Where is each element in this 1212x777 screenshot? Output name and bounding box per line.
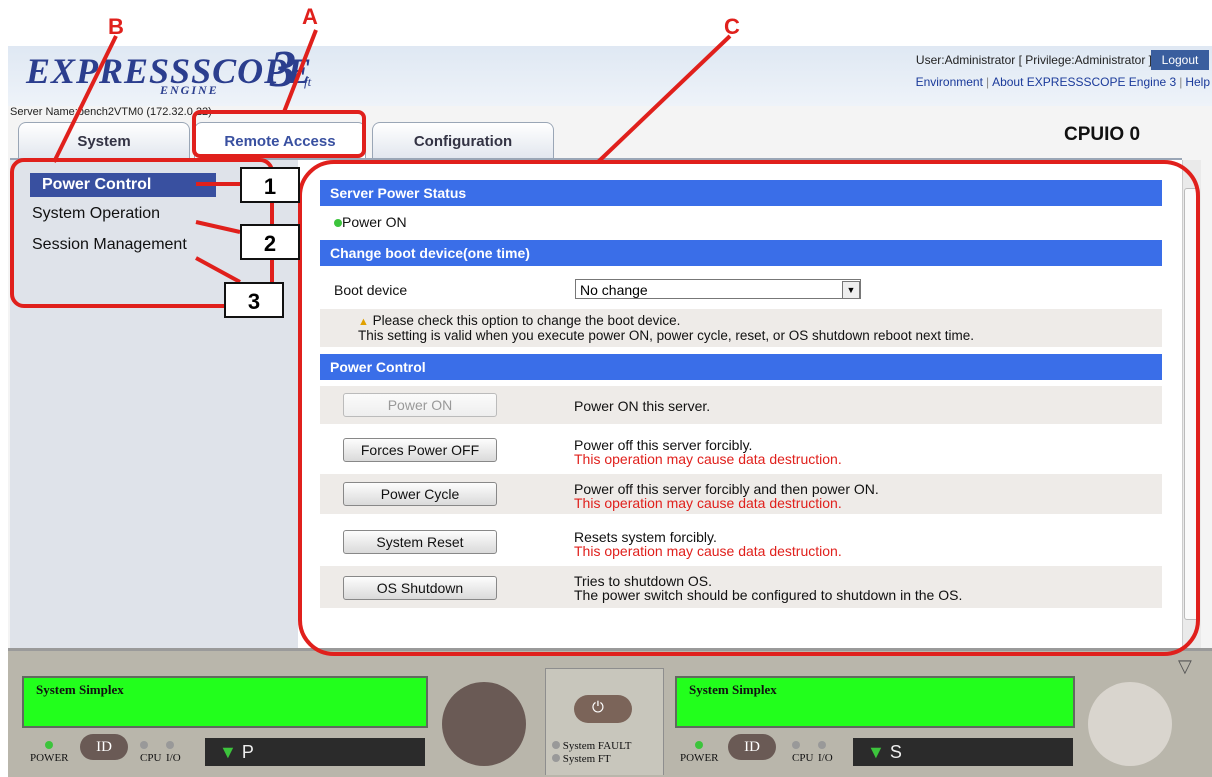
status-led-icon: [334, 219, 342, 227]
about-link[interactable]: About EXPRESSSCOPE Engine 3: [992, 75, 1176, 89]
fault-led-icon: [552, 741, 560, 749]
annotation-label-a: A: [302, 4, 318, 29]
fault-label: System FAULT: [562, 740, 632, 752]
os-shutdown-button[interactable]: OS Shutdown: [343, 576, 497, 600]
boot-note-line1: Please check this option to change the b…: [372, 313, 681, 328]
logo-version: 3: [270, 41, 296, 98]
sidebar-item-power-control[interactable]: Power Control: [30, 173, 216, 197]
sidebar-item-session-management[interactable]: Session Management: [32, 236, 187, 254]
left-display: ▼ P: [205, 738, 425, 766]
annotation-label-b: B: [108, 14, 124, 39]
warning-text: This operation may cause data destructio…: [574, 543, 842, 559]
left-io-indicator: I/O: [166, 740, 181, 764]
ft-led-icon: [552, 754, 560, 762]
io-led-icon: [166, 741, 174, 749]
right-id-button[interactable]: ID: [728, 734, 776, 760]
desc-line: Power ON this server.: [574, 398, 711, 414]
tab-configuration[interactable]: Configuration: [372, 122, 554, 159]
right-cpu-indicator: CPU: [792, 740, 813, 764]
annotation-number-3: 3: [224, 282, 284, 318]
right-io-indicator: I/O: [818, 740, 833, 764]
power-status-text: Power ON: [342, 214, 407, 230]
cpu-led-icon: [792, 741, 800, 749]
environment-link[interactable]: Environment: [916, 75, 983, 89]
power-led-icon: [45, 741, 54, 749]
logo-ft: ft: [304, 74, 312, 89]
annotation-number-2: 2: [240, 224, 300, 260]
power-icon: ⏻: [592, 699, 604, 716]
cpu-label: CPU: [140, 752, 162, 764]
scrollbar-thumb[interactable]: [1184, 188, 1200, 620]
left-console-icon[interactable]: [442, 682, 526, 766]
right-display: ▼ S: [853, 738, 1073, 766]
io-label: I/O: [818, 752, 833, 764]
section-header-power-status: Server Power Status: [320, 180, 1162, 206]
io-label: I/O: [166, 752, 181, 764]
right-display-text: S: [889, 742, 902, 762]
power-cycle-desc: Power off this server forcibly and then …: [574, 482, 879, 510]
tab-remote-access[interactable]: Remote Access: [194, 122, 366, 159]
left-cpu-indicator: CPU: [140, 740, 161, 764]
module-title: CPUIO 0: [1064, 124, 1141, 145]
right-power-indicator: POWER: [680, 740, 719, 764]
annotation-label-c: C: [724, 14, 740, 39]
section-header-power-control: Power Control: [320, 354, 1162, 380]
left-id-button[interactable]: ID: [80, 734, 128, 760]
logo-engine: ENGINE: [160, 83, 219, 97]
force-power-off-desc: Power off this server forcibly. This oper…: [574, 438, 842, 466]
annotation-number-1: 1: [240, 167, 300, 203]
power-on-desc: Power ON this server.: [574, 399, 710, 413]
server-name: Server Name:bench2VTM0 (172.32.0.22): [10, 106, 212, 118]
display-icon: ▼: [867, 742, 885, 762]
right-console-icon[interactable]: [1088, 682, 1172, 766]
help-link[interactable]: Help: [1185, 75, 1210, 89]
warning-icon: ▲: [358, 316, 369, 328]
system-status-labels: System FAULT System FT: [552, 740, 632, 766]
os-shutdown-desc: Tries to shutdown OS. The power switch sh…: [574, 574, 962, 602]
warning-text: This operation may cause data destructio…: [574, 451, 842, 467]
tab-system[interactable]: System: [18, 122, 190, 159]
power-led-icon: [695, 741, 704, 749]
system-reset-desc: Resets system forcibly. This operation ma…: [574, 530, 842, 558]
io-led-icon: [818, 741, 826, 749]
system-reset-button[interactable]: System Reset: [343, 530, 497, 554]
power-label: POWER: [680, 752, 719, 764]
user-info: User:Administrator [ Privilege:Administr…: [915, 53, 1152, 67]
power-status: Power ON: [334, 214, 407, 230]
ft-label: System FT: [562, 753, 611, 765]
display-icon: ▼: [219, 742, 237, 762]
power-label: POWER: [30, 752, 69, 764]
section-header-boot: Change boot device(one time): [320, 240, 1162, 266]
boot-note-line2: This setting is valid when you execute p…: [358, 328, 975, 343]
boot-device-select[interactable]: No change: [575, 279, 861, 299]
left-power-indicator: POWER: [30, 740, 69, 764]
boot-device-label: Boot device: [334, 282, 408, 298]
boot-note: ▲ Please check this option to change the…: [358, 314, 974, 343]
desc-line: The power switch should be configured to…: [574, 587, 963, 603]
header-links: Environment | About EXPRESSSCOPE Engine 3 |…: [915, 75, 1210, 89]
chevron-down-icon[interactable]: ▼: [842, 281, 860, 299]
force-power-off-button[interactable]: Forces Power OFF: [343, 438, 497, 462]
right-lcd: System Simplex: [675, 676, 1075, 728]
logout-button[interactable]: Logout: [1151, 50, 1209, 70]
cpu-led-icon: [140, 741, 148, 749]
power-cycle-button[interactable]: Power Cycle: [343, 482, 497, 506]
left-lcd: System Simplex: [22, 676, 428, 728]
sidebar-item-system-operation[interactable]: System Operation: [32, 205, 160, 223]
cpu-label: CPU: [792, 752, 814, 764]
left-display-text: P: [241, 742, 254, 762]
warning-text: This operation may cause data destructio…: [574, 495, 842, 511]
collapse-icon[interactable]: ▽: [1178, 656, 1192, 677]
power-on-button[interactable]: Power ON: [343, 393, 497, 417]
